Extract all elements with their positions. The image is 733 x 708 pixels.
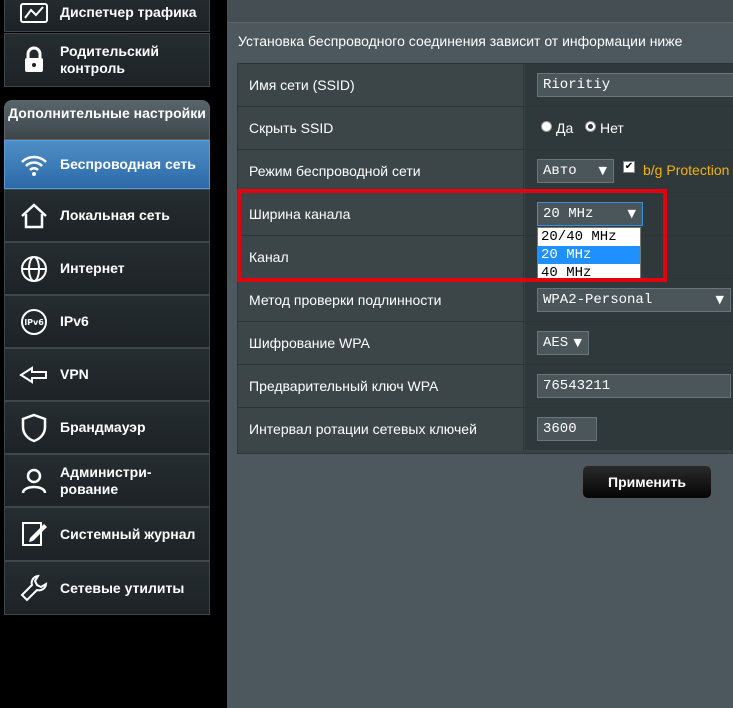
row-ssid: Имя сети (SSID) Rioritiy (238, 64, 733, 107)
auth-method-label: Метод проверки подлинности (238, 279, 524, 321)
sidebar-item-syslog[interactable]: Системный журнал (4, 507, 210, 561)
wpa-encryption-value: AES (543, 335, 569, 351)
wrench-icon (14, 568, 54, 608)
sidebar-item-label: Локальная сеть (60, 207, 170, 223)
sidebar-item-parental[interactable]: Родительский контроль (4, 33, 210, 87)
sidebar-item-label: Администри-рование (60, 463, 152, 497)
sidebar-item-label: Сетевые утилиты (60, 579, 185, 596)
auth-method-value: WPA2-Personal (543, 292, 653, 308)
row-key-rotation: Интервал ротации сетевых ключей 3600 (238, 408, 733, 451)
key-rotation-label: Интервал ротации сетевых ключей (238, 408, 524, 450)
sidebar-item-admin[interactable]: Администри-рование (4, 454, 210, 507)
wpa-encryption-label: Шифрование WPA (238, 322, 524, 364)
top-strip (227, 0, 733, 23)
auth-method-select[interactable]: WPA2-Personal ▼ (537, 288, 731, 312)
wpa-encryption-select[interactable]: AES ▼ (537, 331, 589, 355)
bg-protection-label: b/g Protection (643, 162, 730, 178)
chevron-down-icon: ▼ (573, 336, 582, 349)
hide-ssid-no-label: Нет (600, 120, 624, 136)
wireless-mode-value: Авто (543, 163, 577, 179)
sidebar-item-label: Беспроводная сеть (60, 156, 196, 172)
home-icon (14, 196, 54, 236)
sidebar-item-label: Брандмауэр (60, 419, 146, 435)
sidebar-item-tools[interactable]: Сетевые утилиты (4, 561, 210, 615)
globe-icon (14, 249, 54, 289)
main-panel: Установка беспроводного соединения завис… (227, 0, 733, 708)
lock-icon (14, 40, 54, 80)
user-icon (14, 461, 54, 501)
hide-ssid-label: Скрыть SSID (238, 107, 524, 149)
hide-ssid-yes-label: Да (556, 120, 574, 136)
shield-icon (14, 408, 54, 448)
sidebar-item-label: IPv6 (60, 313, 89, 329)
advanced-settings-header: Дополнительные настройки (4, 100, 210, 140)
wireless-mode-label: Режим беспроводной сети (238, 150, 524, 192)
hide-ssid-no-radio[interactable] (585, 121, 596, 132)
row-auth-method: Метод проверки подлинности WPA2-Personal… (238, 279, 733, 322)
sidebar-item-lan[interactable]: Локальная сеть (4, 189, 210, 242)
hide-ssid-yes-radio[interactable] (541, 121, 552, 132)
sidebar-item-label: Диспетчер трафика (60, 3, 197, 20)
ipv6-icon: IPv6 (14, 302, 54, 342)
apply-button[interactable]: Применить (582, 465, 712, 499)
row-wireless-mode: Режим беспроводной сети Авто ▼ ✔ b/g Pro… (238, 150, 733, 193)
sidebar-item-label: Родительский контроль (60, 43, 159, 76)
log-icon (14, 514, 54, 554)
vpn-icon (14, 355, 54, 395)
highlight-box (237, 189, 667, 282)
sidebar-item-label: VPN (60, 366, 89, 382)
sidebar-item-traffic[interactable]: Диспетчер трафика (4, 0, 210, 32)
row-wpa-key: Предварительный ключ WPA 76543211 (238, 365, 733, 408)
sidebar-item-wireless[interactable]: Беспроводная сеть (4, 140, 210, 189)
sidebar-item-internet[interactable]: Интернет (4, 242, 210, 295)
sidebar-item-firewall[interactable]: Брандмауэр (4, 401, 210, 454)
sidebar-item-vpn[interactable]: VPN (4, 348, 210, 401)
wpa-key-input[interactable]: 76543211 (537, 374, 731, 398)
wireless-mode-select[interactable]: Авто ▼ (537, 159, 614, 183)
key-rotation-input[interactable]: 3600 (537, 417, 597, 441)
ssid-input[interactable]: Rioritiy (537, 73, 733, 97)
row-wpa-encryption: Шифрование WPA AES ▼ (238, 322, 733, 365)
chevron-down-icon: ▼ (598, 164, 607, 177)
sidebar-item-ipv6[interactable]: IPv6 IPv6 (4, 295, 210, 348)
sidebar-item-label: Интернет (60, 260, 125, 276)
svg-text:IPv6: IPv6 (24, 318, 44, 327)
wpa-key-label: Предварительный ключ WPA (238, 365, 524, 407)
bg-protection-checkbox[interactable]: ✔ (623, 161, 635, 173)
chevron-down-icon: ▼ (715, 293, 724, 306)
sidebar: Диспетчер трафика Родительский контроль … (0, 0, 214, 708)
sidebar-item-label: Системный журнал (60, 525, 196, 542)
wifi-icon (14, 145, 54, 185)
page-description: Установка беспроводного соединения завис… (238, 33, 683, 49)
traffic-icon (14, 0, 54, 32)
ssid-label: Имя сети (SSID) (238, 64, 524, 106)
row-hide-ssid: Скрыть SSID Да Нет (238, 107, 733, 150)
